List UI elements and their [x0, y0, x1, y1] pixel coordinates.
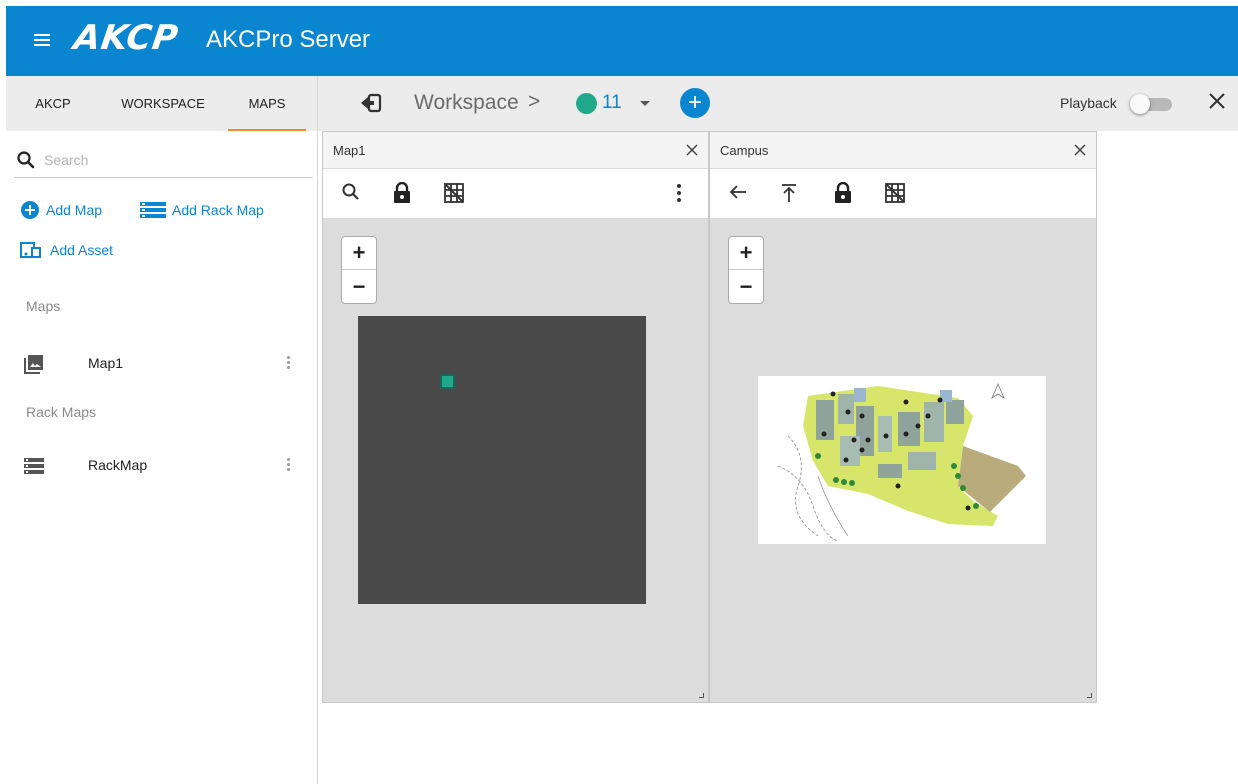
add-asset-button[interactable]: Add Asset [20, 240, 113, 260]
grid-off-icon[interactable] [443, 182, 465, 209]
map-panel-map1: Map1 + − [322, 131, 709, 703]
sidebar: AKCP WORKSPACE MAPS Add Map Add Rack Map… [6, 76, 317, 784]
add-asset-label: Add Asset [50, 242, 114, 258]
playback-label: Playback [1060, 95, 1117, 111]
app-title: AKCPro Server [206, 26, 371, 53]
zoom-control: + − [341, 236, 377, 304]
close-icon[interactable] [1208, 92, 1226, 115]
hamburger-menu-icon[interactable] [34, 33, 50, 47]
add-map-label: Add Map [46, 202, 103, 218]
search-bar [14, 142, 313, 178]
tab-maps[interactable]: MAPS [228, 76, 306, 131]
lock-icon[interactable] [834, 181, 852, 209]
map-panel-campus: Campus + − [709, 131, 1097, 703]
search-input[interactable] [44, 148, 304, 172]
panel-header: Campus [710, 132, 1096, 169]
rack-icon [140, 200, 166, 220]
rack-icon [24, 456, 44, 481]
playback-toggle[interactable] [1130, 94, 1174, 114]
map-list-item[interactable]: Map1 [6, 342, 317, 386]
image-icon [24, 354, 44, 379]
tab-workspace[interactable]: WORKSPACE [104, 76, 222, 131]
akcp-logo: AKCP [71, 18, 182, 58]
sidebar-tabs: AKCP WORKSPACE MAPS [6, 76, 317, 131]
search-icon [17, 151, 35, 169]
map-list-item-label: Map1 [88, 355, 124, 371]
zoom-out-button[interactable]: − [729, 271, 763, 304]
resize-handle[interactable] [1087, 693, 1092, 698]
panel-header: Map1 [323, 132, 708, 169]
zoom-control: + − [728, 236, 764, 304]
rack-map-list-item[interactable]: RackMap [6, 444, 317, 488]
maps-section-label: Maps [26, 298, 61, 314]
arrow-left-icon[interactable] [728, 182, 748, 207]
add-map-button[interactable]: Add Map [20, 200, 102, 220]
close-icon[interactable] [686, 143, 698, 161]
campus-map-image[interactable] [758, 376, 1046, 544]
exit-workspace-icon[interactable] [360, 93, 382, 118]
app-header: AKCP AKCPro Server [6, 6, 1238, 76]
add-circle-icon [20, 200, 40, 220]
panel-toolbar [710, 169, 1096, 219]
zoom-out-button[interactable]: − [342, 271, 376, 304]
zoom-in-button[interactable]: + [729, 237, 763, 270]
devices-icon [20, 240, 44, 260]
rack-maps-section-label: Rack Maps [26, 404, 97, 420]
add-rack-map-button[interactable]: Add Rack Map [140, 200, 264, 220]
add-rack-map-label: Add Rack Map [172, 202, 264, 218]
map-canvas[interactable] [358, 316, 646, 604]
workspace-count[interactable]: 11 [602, 92, 622, 114]
resize-handle[interactable] [699, 693, 704, 698]
upload-top-icon[interactable] [780, 182, 798, 209]
workspace-title[interactable]: Workspace [414, 91, 519, 115]
more-vert-icon[interactable] [282, 456, 294, 476]
status-dot [576, 93, 597, 114]
close-icon[interactable] [1074, 143, 1086, 161]
more-vert-icon[interactable] [675, 182, 683, 209]
search-icon[interactable] [341, 182, 361, 207]
panel-title: Map1 [333, 143, 366, 158]
tab-akcp[interactable]: AKCP [6, 76, 100, 131]
panel-toolbar [323, 169, 708, 219]
breadcrumb-separator: > [528, 90, 541, 113]
chevron-down-icon[interactable] [640, 101, 650, 106]
lock-icon[interactable] [393, 181, 411, 209]
sensor-marker[interactable] [440, 374, 455, 389]
add-workspace-button[interactable]: + [680, 88, 710, 118]
grid-off-icon[interactable] [884, 182, 906, 209]
panel-title: Campus [720, 143, 769, 158]
more-vert-icon[interactable] [282, 354, 294, 374]
sidebar-divider [317, 76, 318, 784]
workspace-toolbar: Workspace > 11 + Playback [318, 76, 1238, 131]
zoom-in-button[interactable]: + [342, 237, 376, 270]
rack-map-list-item-label: RackMap [88, 457, 148, 473]
